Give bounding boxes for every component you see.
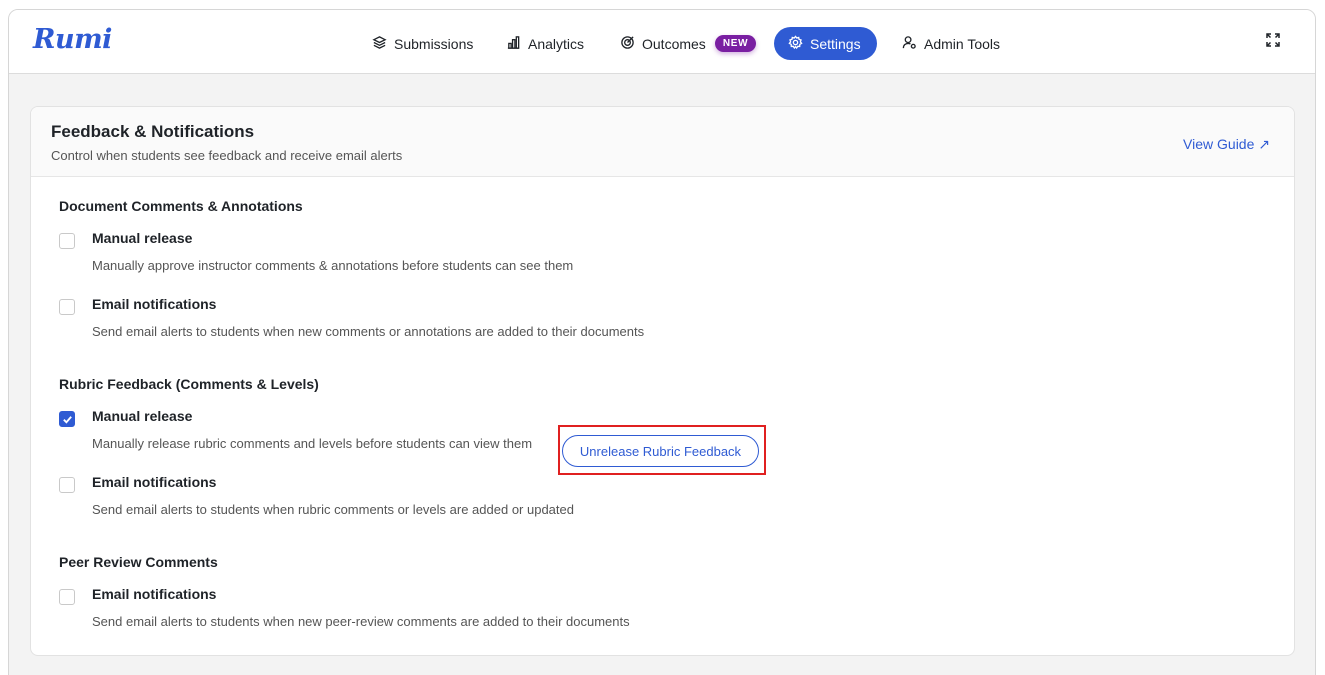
card-header: Feedback & Notifications Control when st… xyxy=(31,107,1294,177)
rumi-logo[interactable]: Rumi xyxy=(33,24,112,55)
expand-icon[interactable] xyxy=(1265,32,1281,48)
doc-email-notifications-checkbox[interactable] xyxy=(59,299,75,315)
gear-icon xyxy=(788,34,803,53)
doc-email-notifications-description: Send email alerts to students when new c… xyxy=(92,324,645,339)
nav-admin-tools-label: Admin Tools xyxy=(924,35,1001,52)
view-guide-link[interactable]: View Guide ↗ xyxy=(1183,136,1270,153)
nav-settings[interactable]: Settings xyxy=(774,27,877,60)
unrelease-rubric-feedback-button[interactable]: Unrelease Rubric Feedback xyxy=(562,435,759,467)
doc-manual-release-description: Manually approve instructor comments & a… xyxy=(92,258,574,273)
rubric-email-notifications-checkbox[interactable] xyxy=(59,477,75,493)
peer-email-notifications-label: Email notifications xyxy=(92,586,217,602)
peer-email-notifications-description: Send email alerts to students when new p… xyxy=(92,614,630,629)
nav-submissions[interactable]: Submissions xyxy=(372,27,473,60)
doc-manual-release-checkbox[interactable] xyxy=(59,233,75,249)
rubric-email-notifications-description: Send email alerts to students when rubri… xyxy=(92,502,574,517)
section-title-rubric-feedback: Rubric Feedback (Comments & Levels) xyxy=(59,376,319,392)
bar-chart-icon xyxy=(506,35,521,53)
peer-email-notifications-checkbox[interactable] xyxy=(59,589,75,605)
rubric-email-notifications-label: Email notifications xyxy=(92,474,217,490)
card-title: Feedback & Notifications xyxy=(51,122,255,141)
section-title-peer-review: Peer Review Comments xyxy=(59,554,218,570)
checkmark-icon xyxy=(63,416,72,424)
card-subtitle: Control when students see feedback and r… xyxy=(51,148,403,163)
nav-settings-label: Settings xyxy=(810,35,861,52)
nav-admin-tools[interactable]: Admin Tools xyxy=(902,27,1000,60)
app-window: Rumi Submissions Analytics Outcomes NEW xyxy=(8,9,1316,675)
nav-outcomes[interactable]: Outcomes NEW xyxy=(620,27,757,60)
nav-analytics[interactable]: Analytics xyxy=(506,27,584,60)
new-badge: NEW xyxy=(714,35,757,52)
top-navigation-bar: Rumi Submissions Analytics Outcomes NEW xyxy=(9,10,1315,74)
rubric-manual-release-checkbox[interactable] xyxy=(59,411,75,427)
section-title-document-comments: Document Comments & Annotations xyxy=(59,198,303,214)
target-icon xyxy=(620,35,635,53)
user-cog-icon xyxy=(902,35,917,53)
rubric-manual-release-description: Manually release rubric comments and lev… xyxy=(92,436,533,451)
feedback-settings-card: Feedback & Notifications Control when st… xyxy=(30,106,1295,656)
nav-outcomes-label: Outcomes xyxy=(642,35,706,52)
doc-email-notifications-label: Email notifications xyxy=(92,296,217,312)
layers-icon xyxy=(372,35,387,53)
doc-manual-release-label: Manual release xyxy=(92,230,193,246)
nav-analytics-label: Analytics xyxy=(528,35,585,52)
nav-submissions-label: Submissions xyxy=(394,35,474,52)
rubric-manual-release-label: Manual release xyxy=(92,408,193,424)
